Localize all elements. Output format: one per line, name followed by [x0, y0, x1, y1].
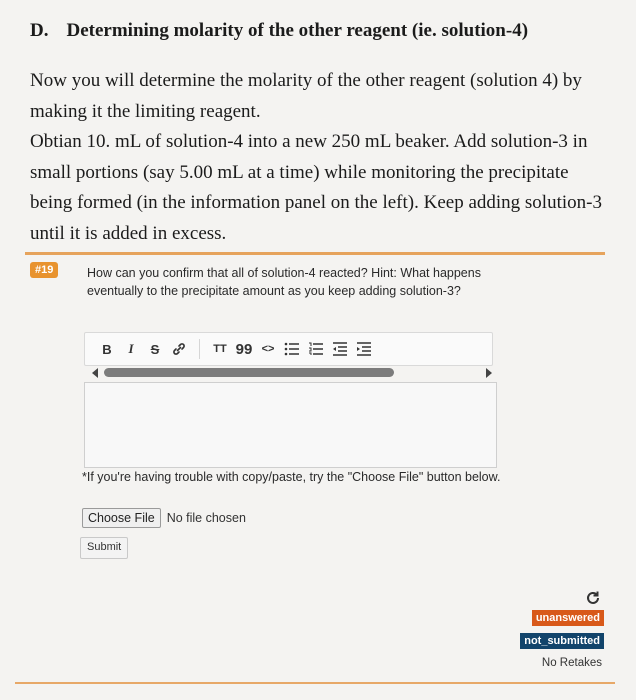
- file-status: No file chosen: [166, 511, 246, 525]
- instructions: Now you will determine the molarity of t…: [30, 66, 615, 249]
- retakes-label: No Retakes: [541, 657, 602, 669]
- indent-icon[interactable]: [352, 337, 376, 361]
- choose-file-button[interactable]: Choose File: [82, 508, 161, 528]
- heading-icon[interactable]: TT: [208, 337, 232, 361]
- question-number-badge: #19: [30, 262, 59, 278]
- file-input: Choose File No file chosen: [82, 508, 246, 528]
- editor-horizontal-scrollbar[interactable]: [84, 366, 494, 380]
- section-title: Determining molarity of the other reagen…: [66, 20, 529, 41]
- code-icon[interactable]: <>: [256, 337, 280, 361]
- bottom-divider: [15, 682, 615, 684]
- instructions-paragraph-1: Now you will determine the molarity of t…: [30, 70, 582, 122]
- section-heading: D. Determining molarity of the other reag…: [30, 20, 528, 42]
- answer-editor[interactable]: [84, 382, 497, 468]
- scroll-thumb[interactable]: [104, 368, 394, 377]
- section-letter: D.: [30, 20, 49, 41]
- strikethrough-icon[interactable]: S: [143, 337, 167, 361]
- outdent-icon[interactable]: [328, 337, 352, 361]
- refresh-icon[interactable]: [585, 590, 601, 606]
- bold-icon[interactable]: B: [95, 337, 119, 361]
- editor-toolbar: B I S TT 99 <>: [84, 332, 493, 366]
- bullet-list-icon[interactable]: [280, 337, 304, 361]
- section-divider: [25, 252, 605, 255]
- scroll-right-arrow-icon[interactable]: [486, 368, 492, 378]
- answer-status-badge: unanswered: [531, 610, 604, 626]
- scroll-left-arrow-icon[interactable]: [92, 368, 98, 378]
- italic-icon[interactable]: I: [119, 337, 143, 361]
- instructions-paragraph-2: Obtian 10. mL of solution-4 into a new 2…: [30, 131, 602, 244]
- link-icon[interactable]: [167, 337, 191, 361]
- question-text: How can you confirm that all of solution…: [87, 266, 481, 298]
- toolbar-separator: [199, 339, 200, 359]
- copy-paste-note: *If you're having trouble with copy/past…: [82, 470, 501, 484]
- numbered-list-icon[interactable]: [304, 337, 328, 361]
- submission-status-badge: not_submitted: [520, 633, 604, 649]
- submit-button[interactable]: Submit: [80, 537, 129, 559]
- quote-icon[interactable]: 99: [232, 337, 256, 361]
